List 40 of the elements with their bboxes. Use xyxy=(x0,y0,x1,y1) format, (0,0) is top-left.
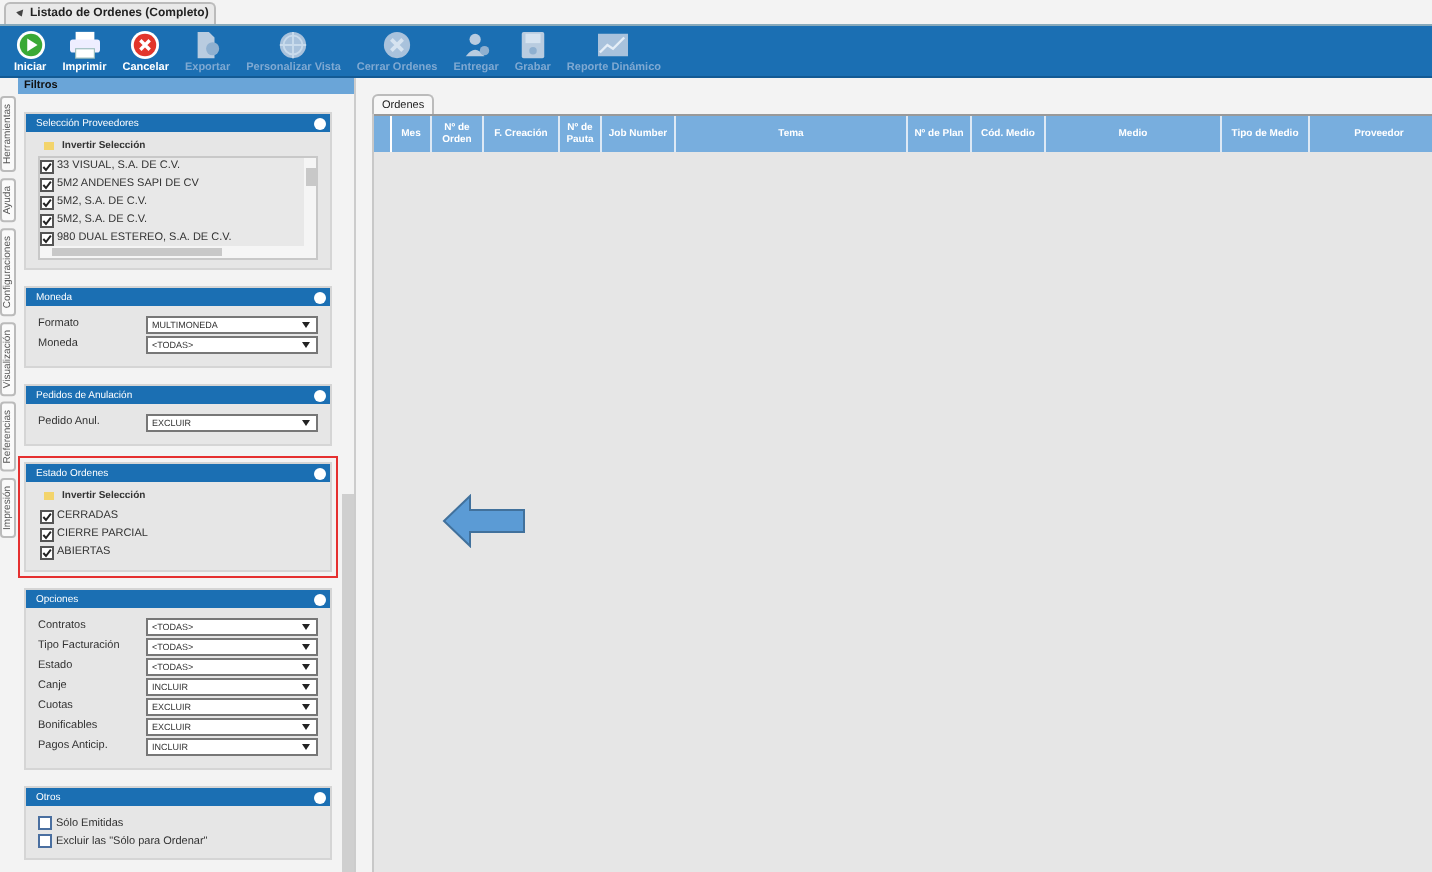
checkbox[interactable] xyxy=(40,213,54,227)
cross-circle-icon xyxy=(382,29,413,59)
caret-icon xyxy=(302,683,310,689)
printer-icon xyxy=(67,29,102,59)
caret-icon xyxy=(302,743,310,749)
checkbox[interactable] xyxy=(40,509,54,523)
document-icon xyxy=(192,29,223,59)
toggle-icon[interactable] xyxy=(314,291,326,303)
globe-icon xyxy=(278,29,309,59)
checkbox[interactable] xyxy=(38,816,52,830)
checkbox[interactable] xyxy=(40,527,54,541)
checkbox[interactable] xyxy=(40,177,54,191)
checkbox[interactable] xyxy=(40,195,54,209)
close-icon xyxy=(130,29,161,59)
person-icon xyxy=(461,29,492,59)
caret-icon xyxy=(302,341,310,347)
caret-icon xyxy=(302,419,310,425)
toggle-icon[interactable] xyxy=(314,467,326,479)
play-icon xyxy=(15,29,46,59)
save-icon xyxy=(517,29,548,59)
horizontal-scrollbar[interactable] xyxy=(40,246,316,258)
caret-icon xyxy=(302,623,310,629)
caret-icon xyxy=(302,723,310,729)
toggle-icon[interactable] xyxy=(314,593,326,605)
vertical-scrollbar[interactable] xyxy=(304,158,316,246)
caret-icon xyxy=(302,663,310,669)
arrow-icon xyxy=(442,494,526,548)
toggle-icon[interactable] xyxy=(314,389,326,401)
caret-icon xyxy=(302,703,310,709)
checkbox[interactable] xyxy=(40,545,54,559)
folder-icon xyxy=(44,142,54,150)
caret-icon xyxy=(302,321,310,327)
checkbox[interactable] xyxy=(40,231,54,245)
toggle-icon[interactable] xyxy=(314,117,326,129)
chart-icon xyxy=(596,29,631,59)
caret-icon xyxy=(302,643,310,649)
toggle-icon[interactable] xyxy=(314,791,326,803)
checkbox[interactable] xyxy=(40,159,54,173)
checkbox[interactable] xyxy=(38,834,52,848)
folder-icon xyxy=(44,492,54,500)
